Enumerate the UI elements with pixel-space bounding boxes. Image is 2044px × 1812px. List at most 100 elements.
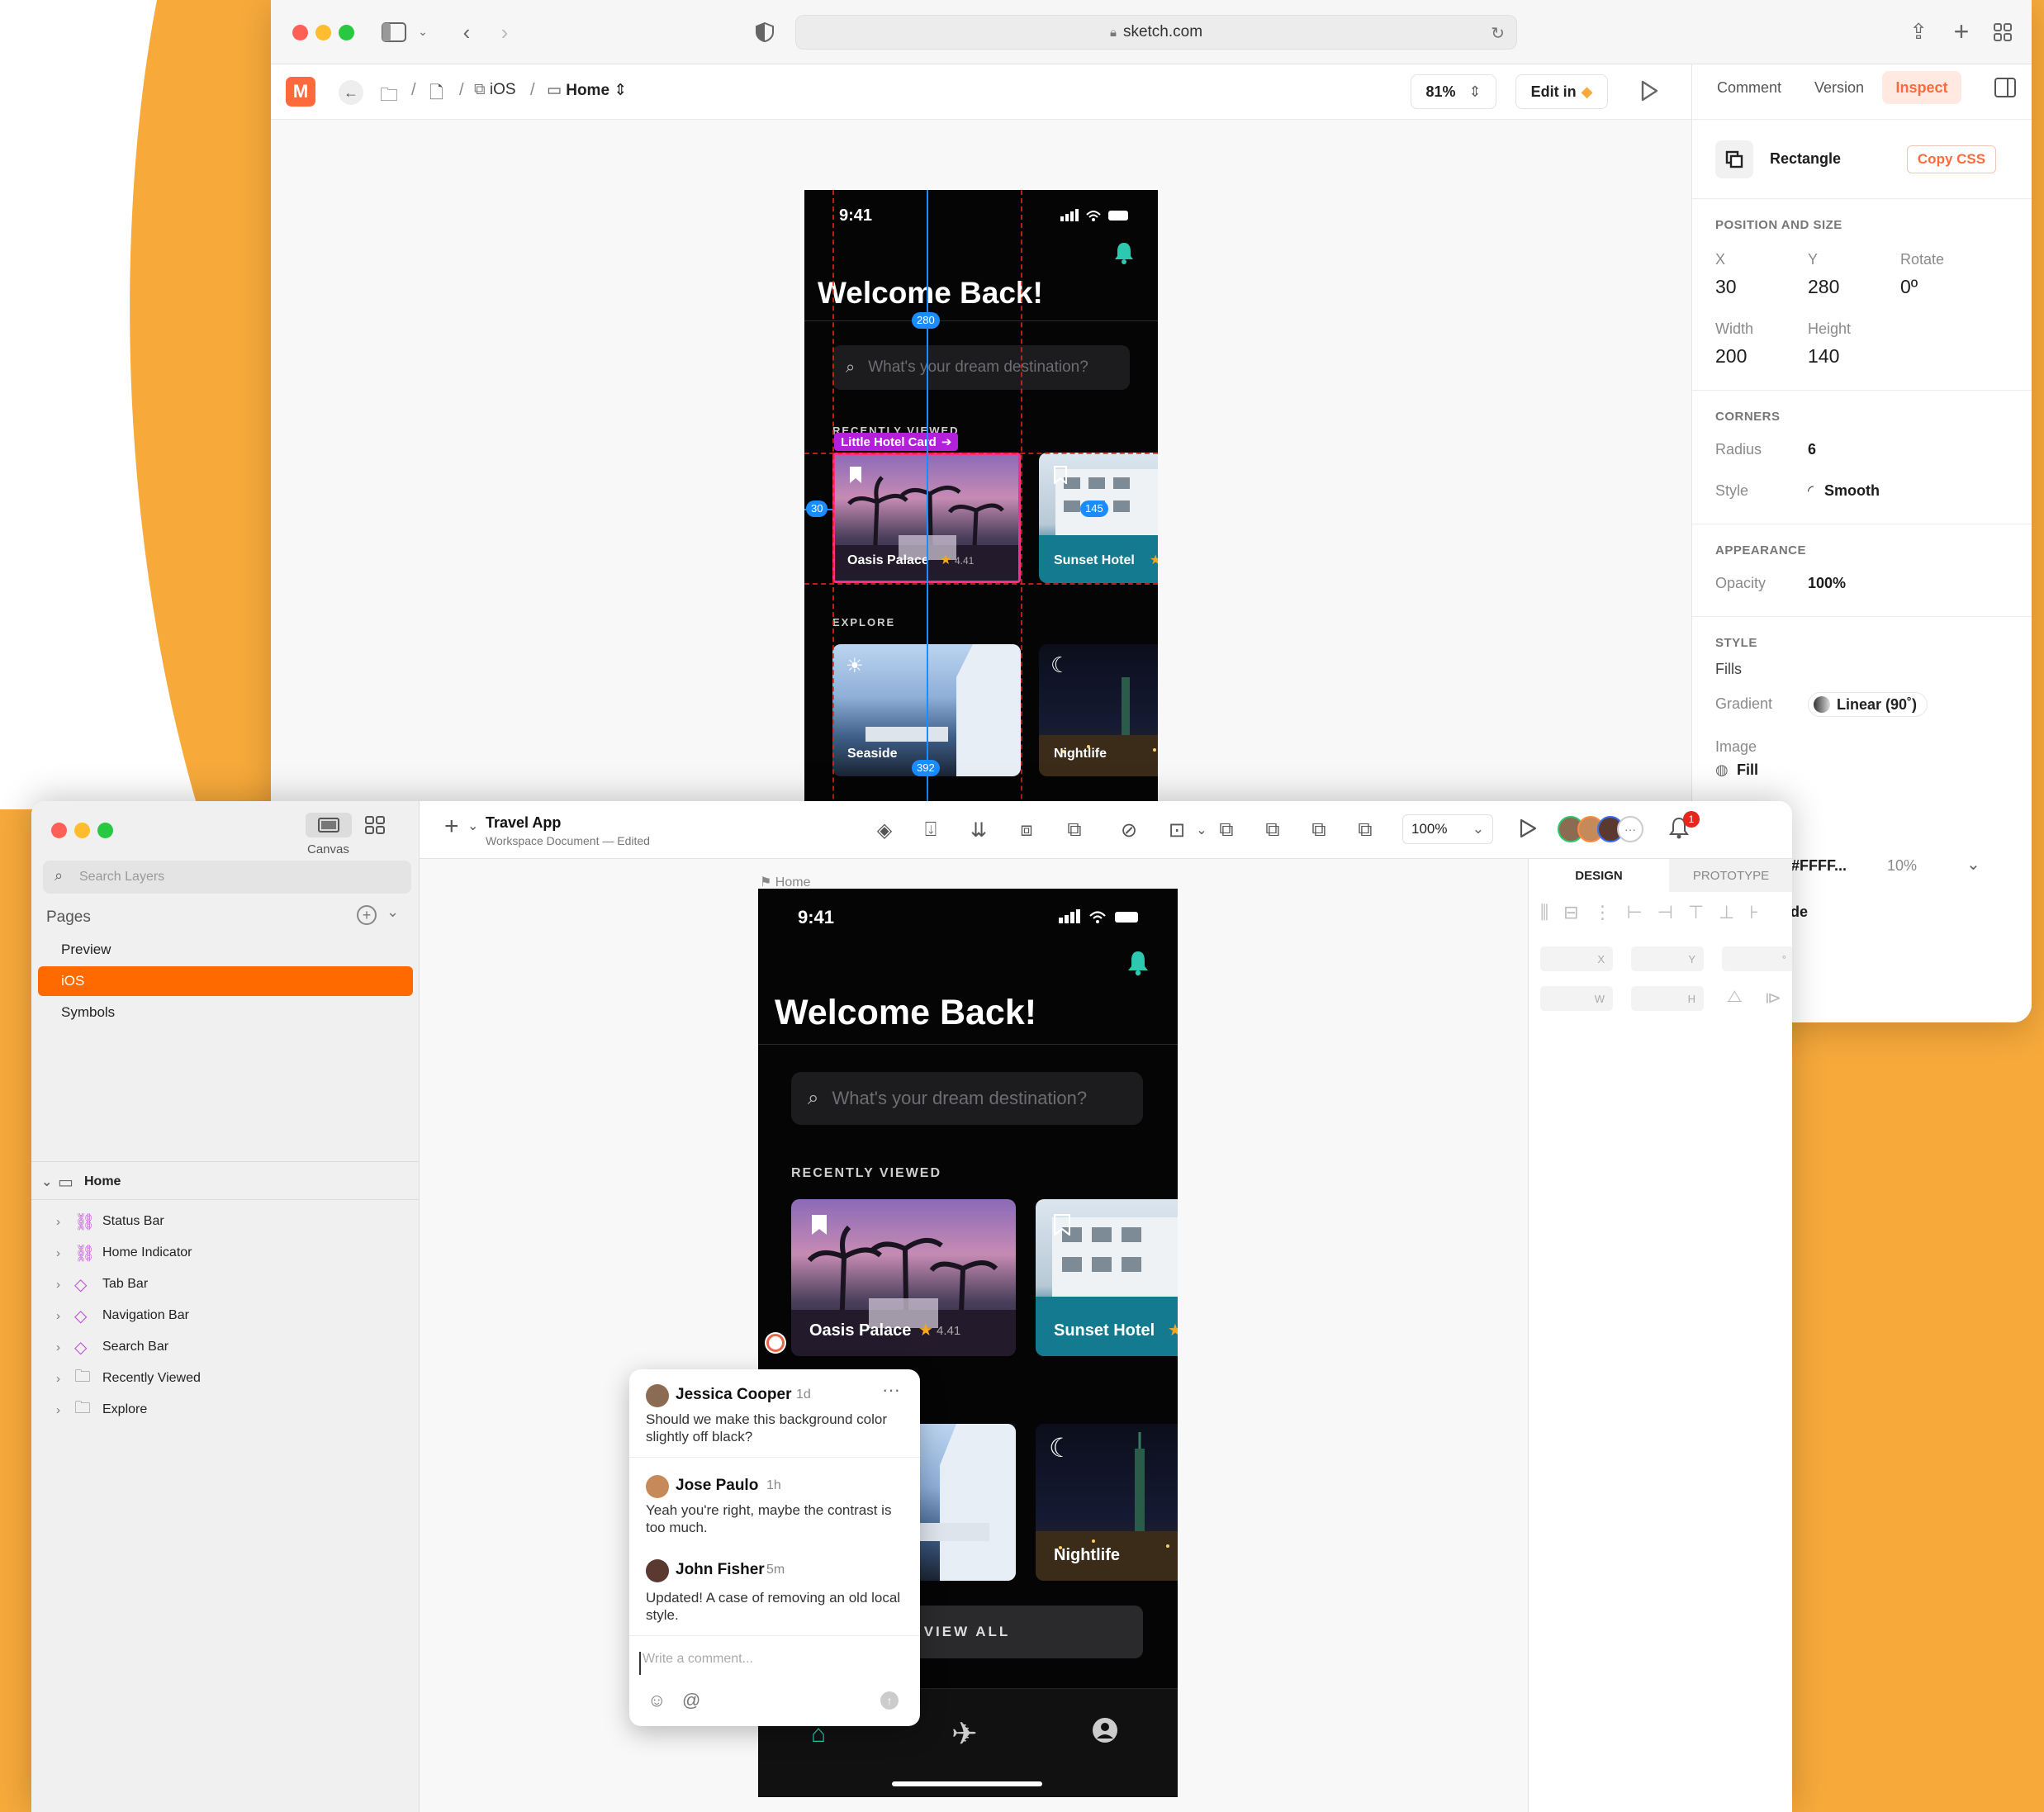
width-field[interactable]: W (1540, 986, 1613, 1011)
comment-input[interactable]: Write a comment... (639, 1652, 903, 1675)
insert-icon[interactable]: + (444, 813, 459, 841)
back-arrow-icon[interactable]: ← (339, 80, 363, 105)
emoji-icon[interactable]: ☺ (647, 1690, 666, 1711)
hotel-card-sunset[interactable]: Sunset Hotel ★ (1039, 453, 1158, 583)
more-icon[interactable]: ··· (882, 1379, 900, 1401)
edit-in-button[interactable]: Edit in ◆ (1515, 74, 1608, 109)
layer-tab-bar[interactable]: › ◇ Tab Bar (56, 1270, 148, 1298)
create-symbol-icon[interactable]: ◈ (870, 816, 899, 844)
tab-version[interactable]: Version (1814, 79, 1864, 97)
component-tag[interactable]: Little Hotel Card ➔ (834, 433, 959, 451)
bell-icon[interactable] (1126, 950, 1150, 980)
difference-icon[interactable]: ⧉ (1351, 816, 1379, 844)
back-icon[interactable]: ‹ (454, 20, 479, 45)
send-icon[interactable]: ↑ (880, 1691, 899, 1710)
tab-prototype[interactable]: PROTOTYPE (1669, 859, 1792, 892)
x-field[interactable]: X (1540, 946, 1613, 971)
bookmark-icon[interactable] (1054, 466, 1067, 488)
search-bar[interactable]: ⌕ What's your dream destination? (791, 1072, 1143, 1125)
tab-overview-icon[interactable] (1990, 20, 2015, 45)
mention-icon[interactable]: @ (682, 1690, 700, 1711)
comment-pin[interactable] (766, 1334, 785, 1352)
mask-icon[interactable]: ⊘ (1115, 816, 1143, 844)
close-button[interactable] (51, 823, 67, 838)
shield-icon[interactable] (754, 21, 775, 43)
crop-icon[interactable]: ⧉ (1060, 816, 1088, 844)
layer-recently-viewed[interactable]: › 🗀 Recently Viewed (56, 1364, 201, 1392)
tab-comment[interactable]: Comment (1717, 79, 1781, 97)
style-value[interactable]: Smooth (1824, 482, 1880, 500)
hotel-card-oasis[interactable]: Oasis Palace ★ 4.41 (791, 1199, 1016, 1356)
layer-home-indicator[interactable]: › ⛓ Home Indicator (56, 1239, 192, 1267)
subtract-icon[interactable]: ⧉ (1259, 816, 1287, 844)
page-item-symbols[interactable]: Symbols (38, 998, 413, 1027)
breadcrumb-page[interactable]: ▭ Home ⇕ (547, 81, 627, 100)
y-field[interactable]: Y (1631, 946, 1704, 971)
zoom-select[interactable]: 100% ⌄ (1402, 814, 1493, 844)
panel-toggle-icon[interactable] (1994, 78, 2016, 102)
layer-navigation-bar[interactable]: › ◇ Navigation Bar (56, 1302, 189, 1330)
explore-card-nightlife[interactable]: ☾ Nightlife (1039, 644, 1158, 776)
sketch-logo-icon[interactable]: M (286, 77, 315, 107)
bookmark-icon[interactable] (1053, 1213, 1071, 1240)
address-bar[interactable]: 🔒︎ sketch.com ↻ (795, 15, 1517, 50)
share-icon[interactable]: ⇪ (1906, 18, 1931, 45)
layer-explore[interactable]: › 🗀 Explore (56, 1396, 147, 1424)
align-bottom-icon[interactable]: ⍗ (917, 816, 945, 844)
flip-horizontal-icon[interactable]: ⧍ (1727, 988, 1743, 1007)
layer-root-home[interactable]: ⌄ ▭ Home (41, 1168, 121, 1196)
x-value[interactable]: 30 (1715, 276, 1737, 298)
explore-card-nightlife[interactable]: ☾ Nightlife (1036, 1424, 1178, 1581)
width-value[interactable]: 200 (1715, 345, 1747, 368)
tab-flights-icon[interactable]: ✈ (951, 1715, 978, 1753)
hotel-card-sunset[interactable]: Sunset Hotel ★ (1036, 1199, 1178, 1356)
minimize-button[interactable] (74, 823, 90, 838)
zoom-select[interactable]: 81% ⇕ (1411, 74, 1496, 109)
minimize-button[interactable] (315, 25, 331, 40)
chevron-down-icon[interactable]: ⌄ (1188, 816, 1216, 844)
distribute-icon[interactable]: ⇊ (965, 816, 993, 844)
page-item-preview[interactable]: Preview (38, 935, 413, 965)
chevron-down-icon[interactable]: ⌄ (1966, 854, 1980, 875)
close-button[interactable] (292, 25, 308, 40)
rotate-value[interactable]: 0º (1900, 276, 1918, 298)
search-bar[interactable]: ⌕ What's your dream destination? (832, 345, 1130, 390)
color-value[interactable]: #FFFF... (1791, 857, 1847, 875)
bookmark-icon[interactable] (811, 1214, 828, 1240)
search-layers-input[interactable]: ⌕ Search Layers (43, 861, 411, 894)
sidebar-toggle-icon[interactable] (380, 20, 408, 45)
zoom-button[interactable] (97, 823, 113, 838)
chevron-down-icon[interactable]: ⌄ (467, 818, 478, 834)
canvas-view-icon[interactable] (306, 813, 352, 837)
forward-icon[interactable]: › (492, 20, 517, 45)
zoom-button[interactable] (339, 25, 354, 40)
play-icon[interactable] (1639, 79, 1663, 104)
folder-icon[interactable]: 🗀 (380, 81, 398, 112)
document-icon[interactable]: 🗋 (429, 81, 443, 110)
height-value[interactable]: 140 (1808, 345, 1839, 368)
page-item-ios[interactable]: iOS (38, 966, 413, 996)
radius-value[interactable]: 6 (1808, 441, 1816, 458)
image-value[interactable]: Fill (1737, 761, 1758, 779)
chevron-down-icon[interactable]: ⌄ (415, 23, 431, 40)
opacity-value[interactable]: 100% (1808, 575, 1846, 592)
intersect-icon[interactable]: ⧉ (1305, 816, 1333, 844)
tab-inspect[interactable]: Inspect (1882, 71, 1961, 104)
rotation-field[interactable]: ° (1722, 946, 1792, 971)
collaborators[interactable]: ··· (1558, 816, 1648, 844)
artboard-label[interactable]: ⚑ Home (760, 874, 810, 890)
breadcrumb-project[interactable]: ⧉ iOS (474, 81, 516, 99)
height-field[interactable]: H (1631, 986, 1704, 1011)
resize-icon[interactable]: ⊡ (1163, 816, 1191, 844)
play-icon[interactable] (1518, 818, 1538, 843)
grid-view-icon[interactable] (365, 816, 385, 838)
union-icon[interactable]: ⧉ (1212, 816, 1240, 844)
add-page-icon[interactable]: + (357, 905, 377, 925)
copy-css-button[interactable]: Copy CSS (1907, 145, 1996, 173)
scale-icon[interactable]: ⧈ (1013, 816, 1041, 844)
new-tab-icon[interactable]: + (1949, 18, 1974, 45)
layer-status-bar[interactable]: › ⛓ Status Bar (56, 1207, 164, 1236)
gradient-swatch[interactable]: Linear (90˚) (1808, 692, 1928, 717)
flip-vertical-icon[interactable]: ⧐ (1765, 988, 1781, 1008)
y-value[interactable]: 280 (1808, 276, 1839, 298)
